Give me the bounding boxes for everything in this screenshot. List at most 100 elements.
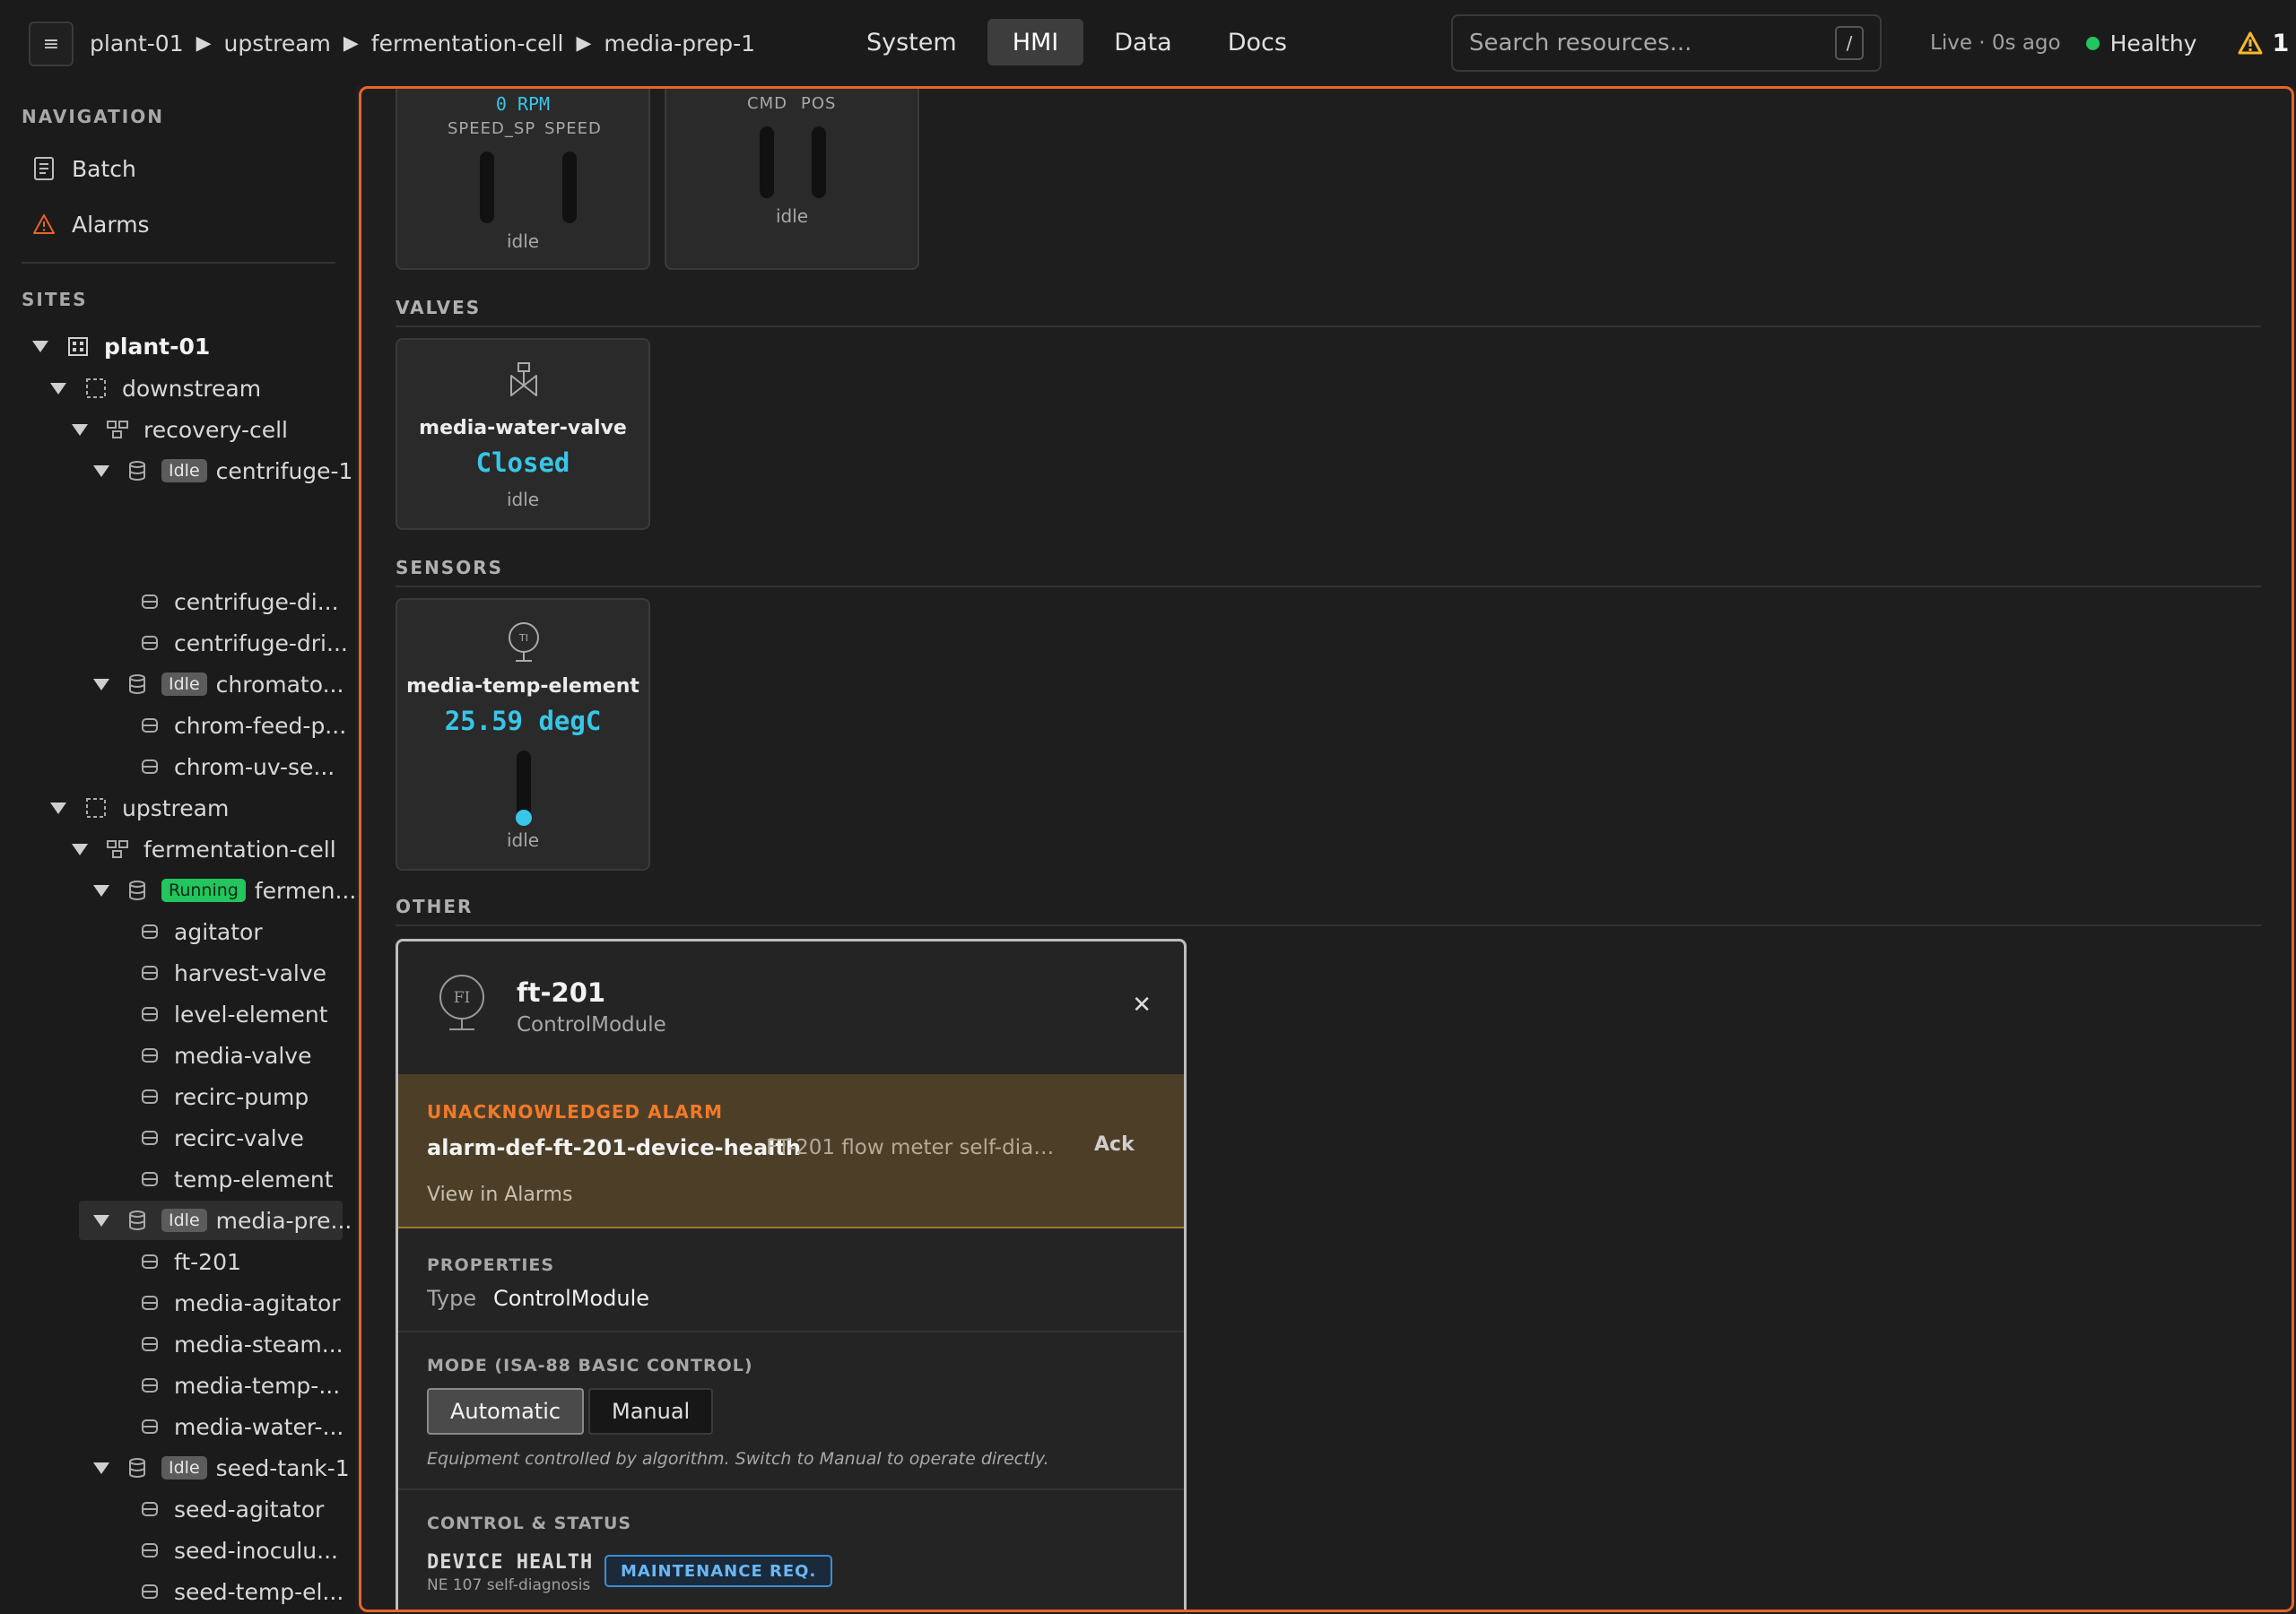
search-placeholder: Search resources... [1469,30,1692,56]
tab-system[interactable]: System [841,19,982,65]
tree-node-harvest-valve[interactable]: harvest-valve [140,955,326,991]
expand-caret-icon[interactable] [93,1214,109,1227]
tree-node-fermenter[interactable]: Running fermen... [93,872,355,908]
tree-node-seed-tank[interactable]: Idle seed-tank-1 [93,1450,350,1486]
breadcrumb-item-unit[interactable]: media-prep-1 [604,30,755,56]
status-badge: Running [161,879,246,902]
agitator-status: idle [506,230,540,252]
sidebar-item-alarms[interactable]: Alarms [32,206,150,242]
breadcrumb-item-plant[interactable]: plant-01 [90,30,184,56]
module-icon [142,759,158,774]
tree-node-label: seed-inoculu... [174,1537,338,1564]
tree-node-label: ft-201 [174,1248,241,1275]
mode-manual-button[interactable]: Manual [588,1388,714,1435]
alarm-heading: UNACKNOWLEDGED ALARM [427,1101,724,1123]
tree-node-seed-agitator[interactable]: seed-agitator [140,1491,324,1527]
tree-node-label: agitator [174,918,263,945]
tree-node-centrifuge-1[interactable]: Idle centrifuge-1 [93,453,352,489]
tree-node-temp-element[interactable]: temp-element [140,1161,334,1197]
sidebar: NAVIGATION Batch Alarms SITES plant-01 d… [0,86,355,1614]
expand-caret-icon[interactable] [93,1462,109,1474]
tree-node-recovery-cell[interactable]: recovery-cell [72,412,288,447]
tree-node-chrom-uv[interactable]: chrom-uv-se... [140,749,335,785]
tree-node-seed-inoculum[interactable]: seed-inoculu... [140,1532,338,1568]
expand-caret-icon[interactable] [50,382,66,395]
tree-node-label: upstream [122,794,230,821]
unit-icon [129,1458,145,1478]
module-icon [142,924,158,939]
temperature-sensor-icon: TI [509,622,539,662]
tree-node-ft-201[interactable]: ft-201 [140,1244,241,1280]
alarm-count-value: 1 [2272,29,2290,57]
tab-docs[interactable]: Docs [1203,19,1312,65]
search-shortcut-key: / [1835,26,1864,60]
tree-node-chromato[interactable]: Idle chromato... [93,666,344,702]
tree-node-label: seed-temp-el... [174,1578,344,1605]
sidebar-item-batch[interactable]: Batch [32,151,136,187]
tree-node-media-agitator[interactable]: media-agitator [140,1285,341,1321]
tree-node-centrifuge-dri[interactable]: centrifuge-dri... [140,625,348,661]
tree-node-downstream[interactable]: downstream [50,370,261,406]
media-water-valve-card[interactable]: media-water-valve Closed idle [396,338,650,530]
sidebar-item-label: Batch [72,155,136,182]
close-icon[interactable]: ✕ [1132,992,1152,1019]
tree-node-upstream[interactable]: upstream [50,790,229,826]
tree-node-agitator[interactable]: agitator [140,914,263,950]
agitator-card[interactable]: 0 RPM SPEED_SP SPEED idle [396,89,650,270]
tree-node-recirc-pump[interactable]: recirc-pump [140,1079,309,1115]
search-input[interactable]: Search resources... / [1451,14,1882,72]
module-icon [142,1378,158,1393]
tree-node-recirc-valve[interactable]: recirc-valve [140,1120,304,1156]
tree-node-label: recirc-valve [174,1124,304,1151]
alarm-counter[interactable]: 1 [2238,30,2289,57]
module-icon [142,1502,158,1516]
expand-caret-icon[interactable] [50,802,66,814]
building-icon [68,337,88,356]
speed-readout: 0 RPM [495,93,551,115]
tree-node-fermentation-cell[interactable]: fermentation-cell [72,831,336,867]
tree-node-centrifuge-di[interactable]: centrifuge-di... [140,584,339,620]
unit-icon [129,461,145,481]
tab-hmi[interactable]: HMI [987,19,1084,65]
alarm-description: FT-201 flow meter self-diag... [766,1136,1062,1159]
tree-node-label: media-valve [174,1042,312,1069]
expand-caret-icon[interactable] [93,884,109,897]
tree-node-label: media-agitator [174,1289,341,1316]
tree-node-media-water[interactable]: media-water-... [140,1409,344,1445]
tree-node-media-prep[interactable]: Idle media-pre... [79,1201,352,1240]
menu-button[interactable]: ≡ [29,22,74,66]
cell-icon [107,840,128,858]
tree-node-label: fermen... [254,877,355,904]
breadcrumb-item-cell[interactable]: fermentation-cell [371,30,564,56]
tree-node-label: seed-agitator [174,1496,325,1523]
health-indicator[interactable]: Healthy [2085,30,2196,56]
tree-node-chrom-feed[interactable]: chrom-feed-p... [140,707,346,743]
expand-caret-icon[interactable] [72,843,88,855]
tree-node-media-valve[interactable]: media-valve [140,1037,311,1073]
ack-button[interactable]: Ack [1094,1133,1135,1156]
status-badge: Idle [161,459,207,482]
tree-node-seed-temp[interactable]: seed-temp-el... [140,1574,344,1610]
view-in-alarms-link[interactable]: View in Alarms [427,1184,572,1206]
sensors-heading: SENSORS [396,557,504,578]
tree-node-media-steam[interactable]: media-steam... [140,1326,344,1362]
tree-node-label: downstream [122,375,262,402]
document-icon [34,157,54,180]
alarm-banner: UNACKNOWLEDGED ALARM alarm-def-ft-201-de… [398,1074,1184,1228]
expand-caret-icon[interactable] [32,340,48,352]
tab-data[interactable]: Data [1089,19,1196,65]
pos-bar [812,126,826,198]
expand-caret-icon[interactable] [72,423,88,436]
media-temp-element-card[interactable]: TI media-temp-element 25.59 degC idle [396,598,650,871]
mode-automatic-button[interactable]: Automatic [427,1388,585,1435]
tree-node-plant[interactable]: plant-01 [32,328,210,364]
valve-status: idle [506,489,540,510]
tree-node-media-temp[interactable]: media-temp-... [140,1367,340,1403]
valve-cmd-card[interactable]: CMD POS idle [665,89,919,270]
breadcrumb-item-area[interactable]: upstream [224,30,331,56]
expand-caret-icon[interactable] [93,464,109,477]
expand-caret-icon[interactable] [93,678,109,690]
tree-node-level-element[interactable]: level-element [140,996,328,1032]
cell-icon [107,421,128,438]
pos-label: POS [801,94,837,113]
